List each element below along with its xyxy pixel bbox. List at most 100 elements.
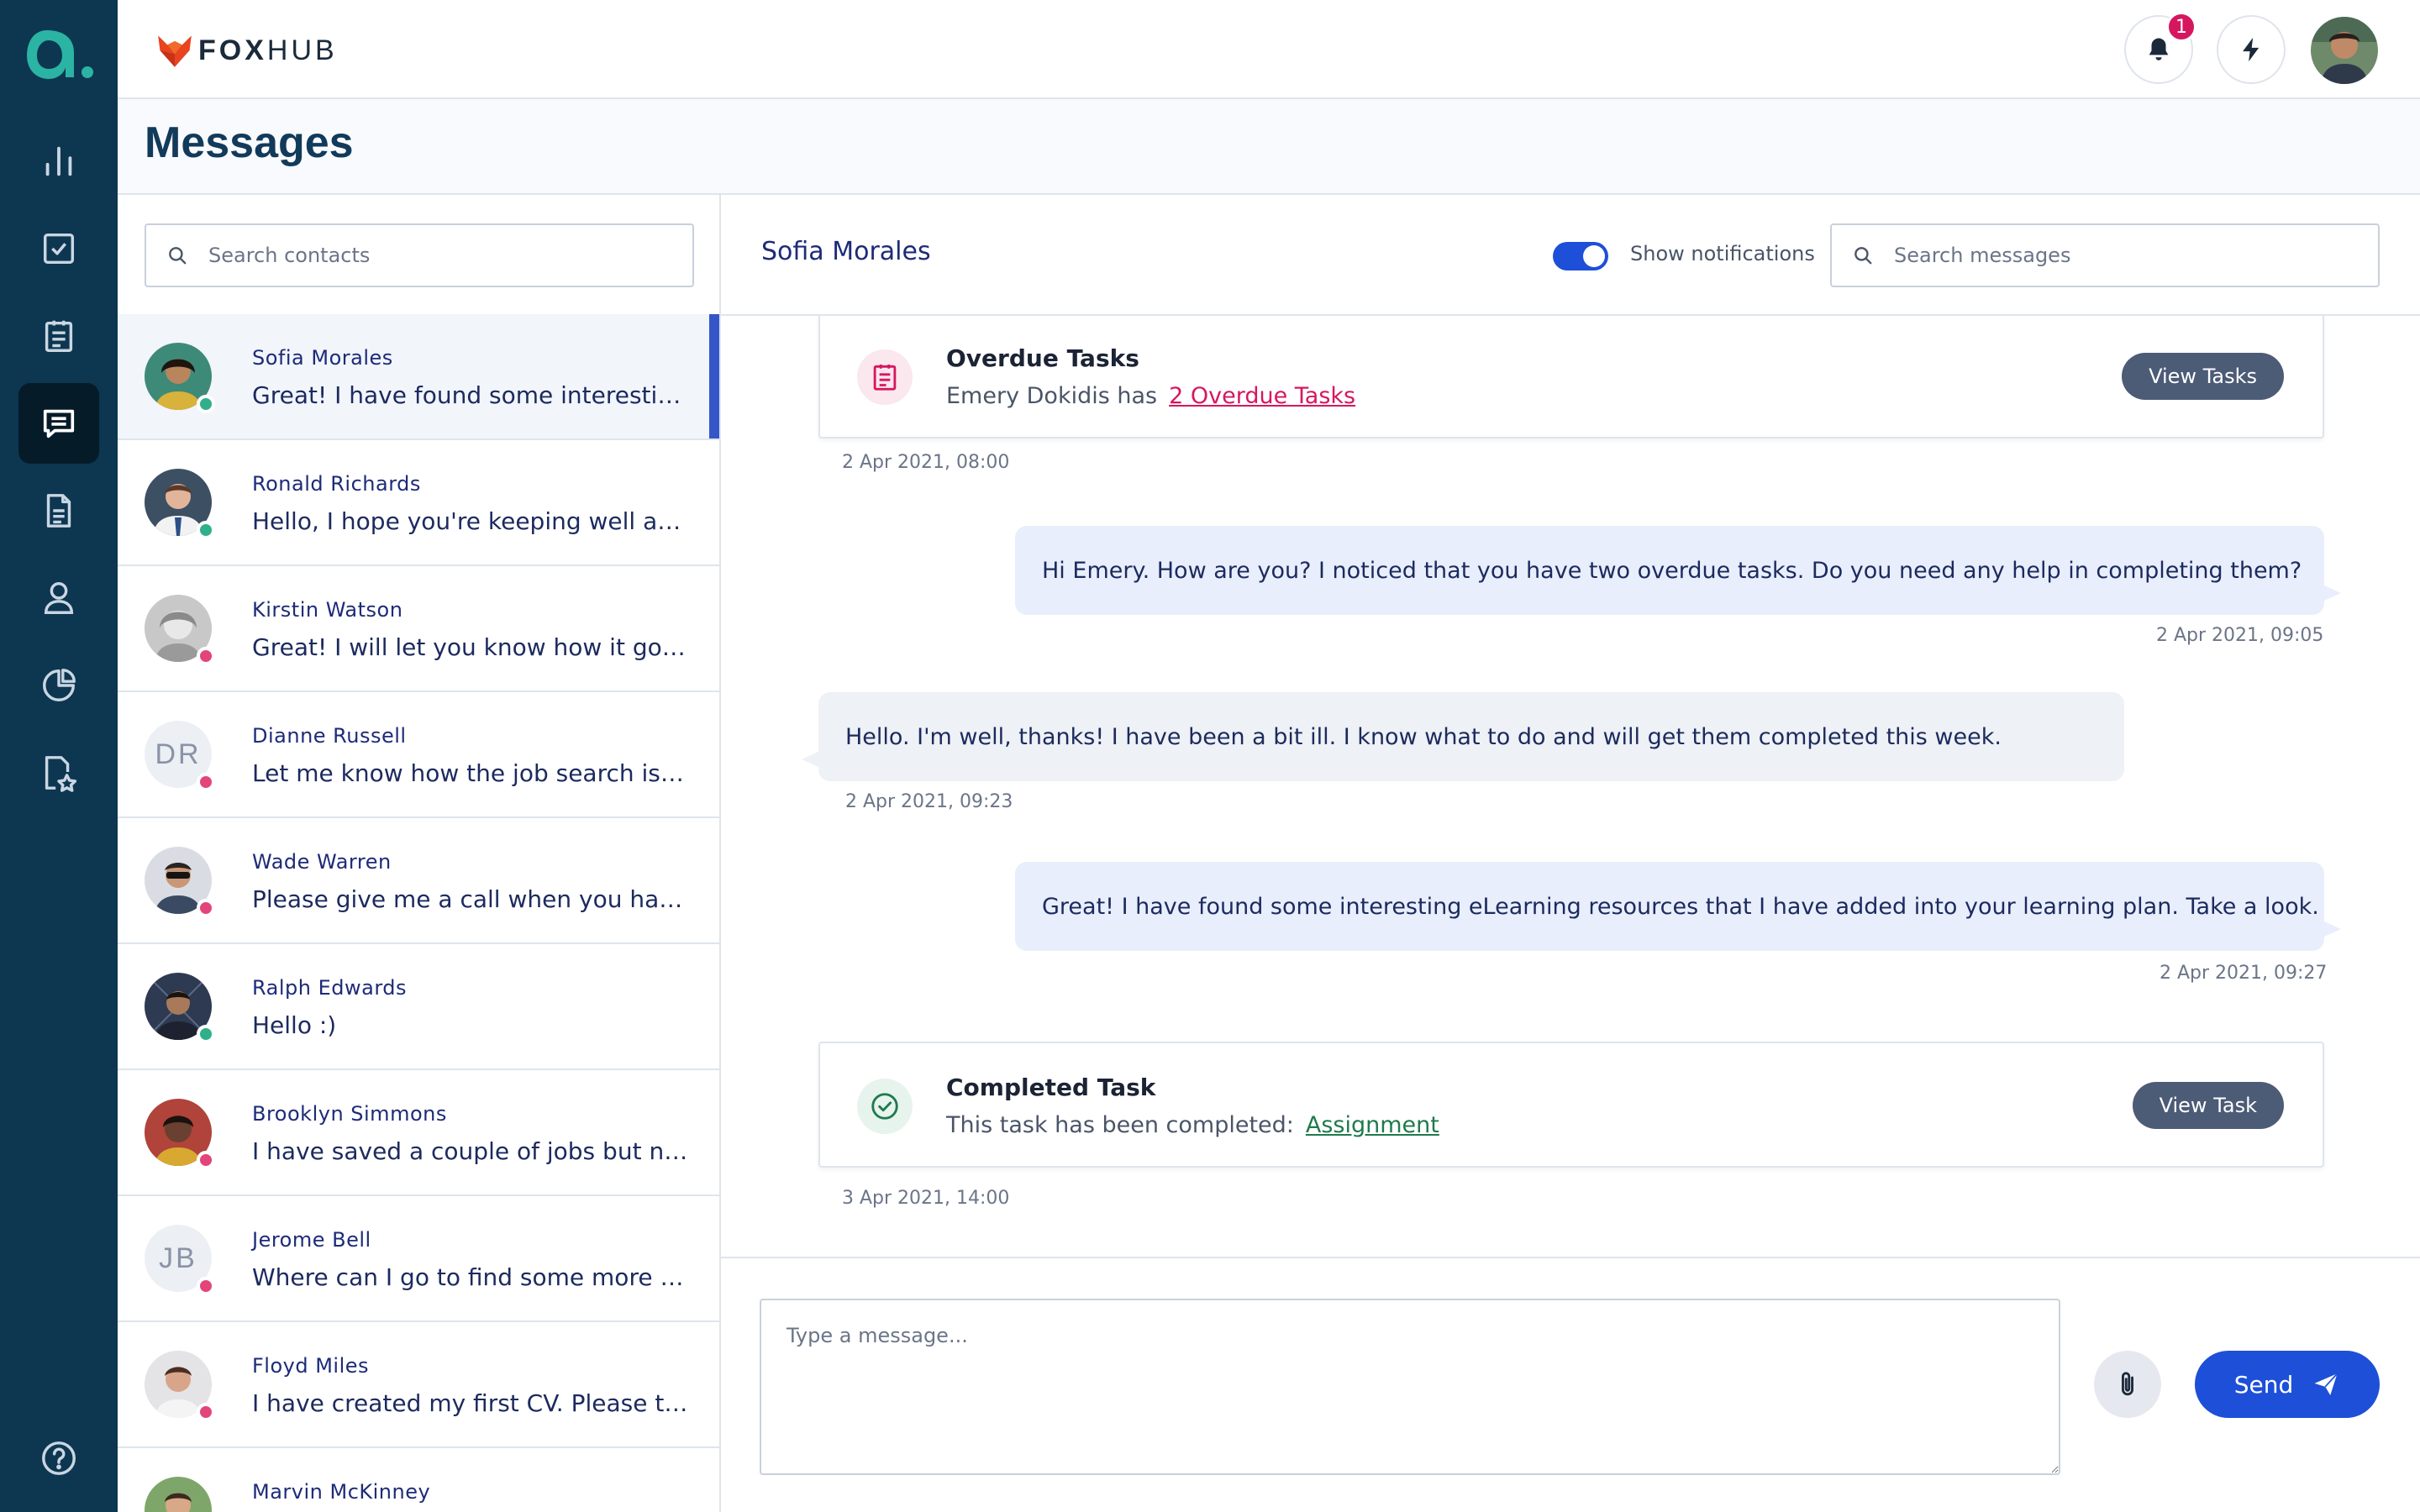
completed-task-card: Completed Task This task has been comple… xyxy=(818,1042,2324,1168)
attach-button[interactable] xyxy=(2094,1351,2161,1418)
contact-preview: I have saved a couple of jobs but need s… xyxy=(252,1137,689,1165)
search-icon xyxy=(1854,247,1872,265)
side-nav xyxy=(0,0,118,1512)
paperclip-icon xyxy=(2122,1372,2133,1396)
nav-tasks[interactable] xyxy=(18,208,99,289)
overdue-card-title: Overdue Tasks xyxy=(946,344,1139,372)
contact-preview: Please give me a call when you have so..… xyxy=(252,885,689,913)
app-logo[interactable] xyxy=(22,18,96,86)
search-messages-placeholder: Search messages xyxy=(1894,244,2071,267)
overdue-tasks-link[interactable]: 2 Overdue Tasks xyxy=(1169,383,1355,409)
contact-preview: Great! I will let you know how it goes l… xyxy=(252,633,689,661)
message-icon xyxy=(43,409,75,438)
nav-profile[interactable] xyxy=(18,558,99,638)
check-circle-icon xyxy=(871,1093,898,1120)
contact-name: Brooklyn Simmons xyxy=(252,1102,447,1126)
user-avatar[interactable] xyxy=(2311,17,2378,84)
message-composer: Send xyxy=(721,1257,2420,1512)
notification-badge: 1 xyxy=(2166,12,2196,42)
help-icon xyxy=(42,1441,76,1475)
offline-status-dot xyxy=(197,647,215,665)
contact-item[interactable]: DR Dianne Russell Let me know how the jo… xyxy=(118,692,719,818)
chat-contact-name: Sofia Morales xyxy=(761,237,931,266)
contact-item[interactable]: Sofia Morales Great! I have found some i… xyxy=(118,314,719,440)
notifications-toggle-label: Show notifications xyxy=(1630,242,1815,265)
logo-icon xyxy=(27,30,93,79)
search-messages-input[interactable]: Search messages xyxy=(1830,223,2380,287)
assignment-link[interactable]: Assignment xyxy=(1306,1112,1439,1138)
search-icon xyxy=(169,247,187,265)
document-icon xyxy=(46,494,71,528)
contact-name: Sofia Morales xyxy=(252,346,393,370)
message-bubble-outgoing: Hi Emery. How are you? I noticed that yo… xyxy=(1015,526,2341,615)
nav-favourites[interactable] xyxy=(18,732,99,813)
overdue-card-text: Emery Dokidis has 2 Overdue Tasks xyxy=(946,383,1355,409)
contact-preview: Where can I go to find some more info a.… xyxy=(252,1263,689,1291)
contact-item[interactable]: Kirstin Watson Great! I will let you kno… xyxy=(118,566,719,692)
notifications-button[interactable]: 1 xyxy=(2124,12,2196,84)
online-status-dot xyxy=(197,1025,215,1043)
chat-panel: Sofia Morales Show notifications Search … xyxy=(721,195,2420,1512)
contact-initials: DR xyxy=(155,738,202,770)
message-bubble-incoming: Hello. I'm well, thanks! I have been a b… xyxy=(802,692,2124,781)
send-plane-icon xyxy=(2314,1373,2338,1396)
offline-status-dot xyxy=(197,773,215,791)
contact-name: Floyd Miles xyxy=(252,1354,370,1378)
contact-name: Ronald Richards xyxy=(252,472,421,496)
user-icon xyxy=(44,582,74,614)
nav-documents[interactable] xyxy=(18,470,99,551)
fox-logo-icon xyxy=(158,35,192,67)
view-tasks-button[interactable]: View Tasks xyxy=(2122,353,2284,400)
contact-name: Marvin McKinney xyxy=(252,1480,431,1504)
top-bar: FOXHUB 1 xyxy=(118,0,2420,99)
send-button[interactable]: Send xyxy=(2195,1351,2380,1418)
contact-photo xyxy=(145,1477,212,1512)
contact-preview: Let me know how the job search is going. xyxy=(252,759,689,787)
completed-card-title: Completed Task xyxy=(946,1074,1156,1101)
view-task-button[interactable]: View Task xyxy=(2132,1082,2284,1129)
contact-item[interactable]: Ronald Richards Hello, I hope you're kee… xyxy=(118,440,719,566)
offline-status-dot xyxy=(197,899,215,917)
contact-initials: JB xyxy=(159,1242,197,1274)
contact-item[interactable]: Wade Warren Please give me a call when y… xyxy=(118,818,719,944)
clipboard-icon xyxy=(45,320,73,352)
contact-item[interactable]: Floyd Miles I have created my first CV. … xyxy=(118,1322,719,1448)
nav-reports[interactable] xyxy=(18,645,99,726)
contacts-panel: Search contacts Sofia Morales Great! I h… xyxy=(118,195,721,1512)
nav-help[interactable] xyxy=(18,1418,99,1499)
send-button-label: Send xyxy=(2233,1370,2294,1399)
contact-item[interactable]: JB Jerome Bell Where can I go to find so… xyxy=(118,1196,719,1322)
message-timestamp: 2 Apr 2021, 09:27 xyxy=(2160,963,2328,984)
contact-preview: Hello :) xyxy=(252,1011,337,1039)
notifications-toggle[interactable] xyxy=(1553,242,1608,270)
contact-item[interactable]: Ralph Edwards Hello :) xyxy=(118,944,719,1070)
search-contacts-input[interactable]: Search contacts xyxy=(145,223,694,287)
nav-messages[interactable] xyxy=(18,383,99,464)
contact-name: Wade Warren xyxy=(252,850,392,874)
message-timestamp: 2 Apr 2021, 09:05 xyxy=(2156,625,2324,646)
checkbox-icon xyxy=(43,233,75,265)
completed-check-icon xyxy=(857,1079,913,1134)
contact-name: Ralph Edwards xyxy=(252,976,408,1000)
quick-actions-button[interactable] xyxy=(2217,15,2286,84)
offline-status-dot xyxy=(197,1403,215,1421)
nav-plans[interactable] xyxy=(18,296,99,376)
page-header: Messages xyxy=(118,99,2420,195)
bar-chart-icon xyxy=(45,146,72,176)
message-input[interactable] xyxy=(760,1299,2060,1475)
completed-card-description: This task has been completed: xyxy=(946,1112,1294,1138)
contact-preview: Great! I have found some interesting eLe… xyxy=(252,381,689,409)
user-avatar-image xyxy=(2311,17,2378,84)
online-status-dot xyxy=(197,395,215,413)
search-contacts-placeholder: Search contacts xyxy=(208,244,371,267)
overdue-tasks-card: Overdue Tasks Emery Dokidis has 2 Overdue… xyxy=(818,316,2324,438)
completed-card-text: This task has been completed: Assignment xyxy=(946,1112,1439,1138)
nav-dashboard[interactable] xyxy=(18,121,99,202)
message-thread: Overdue Tasks Emery Dokidis has 2 Overdue… xyxy=(721,316,2420,1257)
brand-logo[interactable]: FOXHUB xyxy=(156,30,338,71)
contact-item[interactable]: Marvin McKinney xyxy=(118,1448,719,1512)
message-bubble-outgoing: Great! I have found some interesting eLe… xyxy=(1015,862,2341,951)
message-timestamp: 3 Apr 2021, 14:00 xyxy=(842,1188,1010,1209)
contact-item[interactable]: Brooklyn Simmons I have saved a couple o… xyxy=(118,1070,719,1196)
contact-preview: I have created my first CV. Please take … xyxy=(252,1389,689,1417)
